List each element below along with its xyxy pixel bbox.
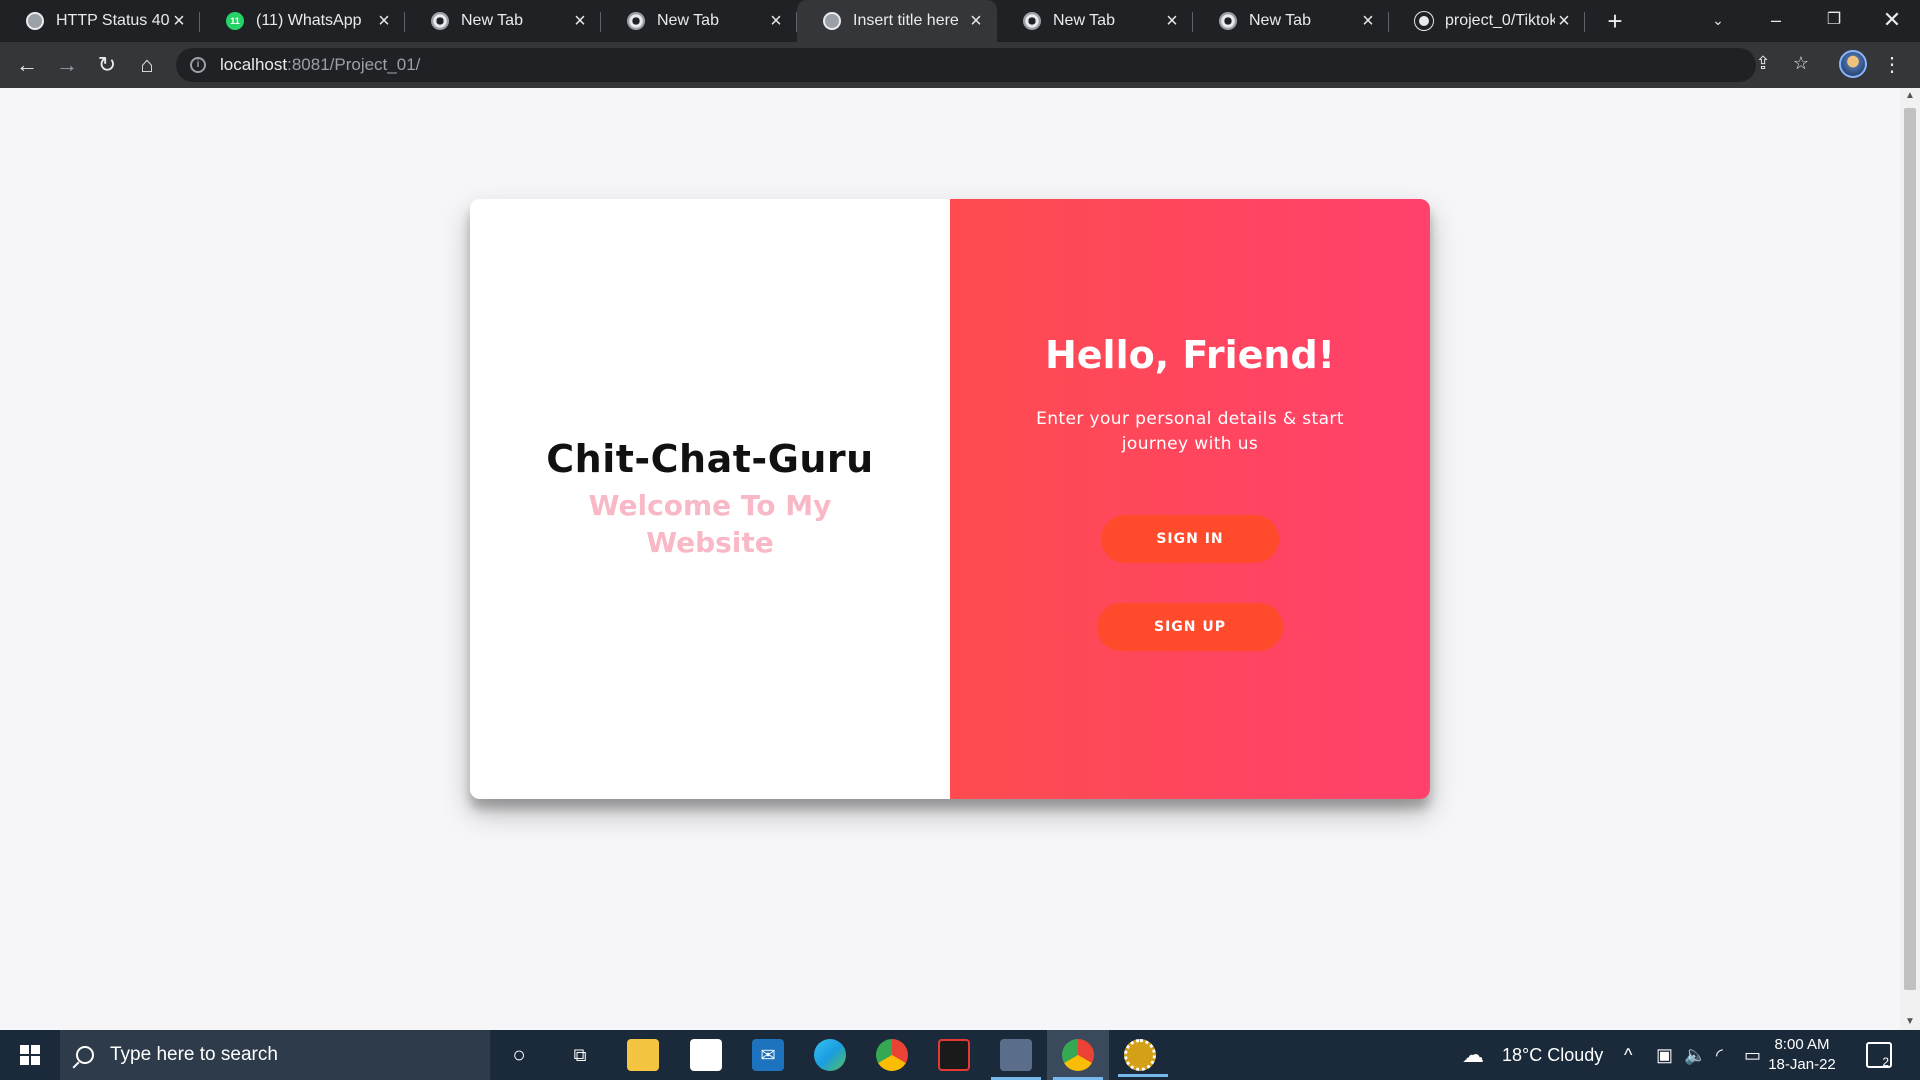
- bookmark-star-icon[interactable]: ☆: [1788, 50, 1814, 76]
- chrome-icon: [1219, 12, 1237, 30]
- cloud-weather-icon[interactable]: ☁: [1462, 1030, 1484, 1080]
- task-view-icon[interactable]: ⧉: [564, 1039, 596, 1071]
- whatsapp-icon: [226, 12, 244, 30]
- tab-new-tab[interactable]: New Tab ×: [997, 0, 1193, 42]
- tab-separator: [1584, 12, 1585, 32]
- weather-text[interactable]: 18°C Cloudy: [1502, 1030, 1603, 1080]
- url-host: localhost: [220, 55, 288, 74]
- close-tab-icon[interactable]: ×: [375, 11, 393, 31]
- close-tab-icon[interactable]: ×: [170, 11, 188, 31]
- close-tab-icon[interactable]: ×: [1359, 11, 1377, 31]
- vertical-scrollbar[interactable]: ▲ ▼: [1900, 88, 1920, 1030]
- scroll-thumb[interactable]: [1904, 108, 1916, 990]
- close-tab-icon[interactable]: ×: [571, 11, 589, 31]
- screen-recorder-icon[interactable]: [938, 1039, 970, 1071]
- tab-title: New Tab: [657, 12, 719, 29]
- microsoft-store-icon[interactable]: [690, 1039, 722, 1071]
- edge-icon[interactable]: [814, 1039, 846, 1071]
- tab-new-tab[interactable]: New Tab ×: [1193, 0, 1389, 42]
- tab-whatsapp[interactable]: (11) WhatsApp ×: [200, 0, 405, 42]
- github-icon: [1415, 12, 1433, 30]
- search-placeholder: Type here to search: [110, 1044, 278, 1065]
- tab-title: New Tab: [461, 12, 523, 29]
- close-window-button[interactable]: ✕: [1864, 0, 1920, 42]
- tab-github-project[interactable]: project_0/TiktokC ×: [1389, 0, 1585, 42]
- restore-button[interactable]: ❐: [1806, 0, 1862, 42]
- tray-chevron-up-icon[interactable]: ^: [1624, 1030, 1632, 1080]
- tab-title: Insert title here: [853, 12, 959, 29]
- clock-time: 8:00 AM: [1774, 1036, 1830, 1053]
- sign-in-button[interactable]: SIGN IN: [1101, 515, 1279, 563]
- address-bar[interactable]: i localhost:8081/Project_01/: [176, 48, 1756, 82]
- home-icon[interactable]: ⌂: [132, 50, 162, 80]
- url-path: :8081/Project_01/: [287, 55, 421, 74]
- brand-title: Chit-Chat-Guru: [546, 437, 874, 481]
- scroll-down-arrow-icon[interactable]: ▼: [1900, 1014, 1920, 1030]
- auth-card: Chit-Chat-Guru Welcome To My Website Hel…: [470, 199, 1430, 799]
- tab-new-tab[interactable]: New Tab ×: [405, 0, 601, 42]
- intro-text: Enter your personal details & start jour…: [1036, 409, 1344, 454]
- tab-strip: HTTP Status 404 – × (11) WhatsApp × New …: [0, 0, 1920, 42]
- tab-title: (11) WhatsApp: [256, 12, 362, 29]
- page-viewport: Chit-Chat-Guru Welcome To My Website Hel…: [0, 88, 1900, 1030]
- globe-icon: [823, 12, 841, 30]
- tab-http-status-404[interactable]: HTTP Status 404 – ×: [0, 0, 200, 42]
- battery-icon[interactable]: ▭: [1744, 1030, 1761, 1080]
- share-icon[interactable]: ⇪: [1750, 50, 1776, 76]
- clock-date: 18-Jan-22: [1768, 1056, 1836, 1073]
- settings-gear-app-icon[interactable]: [1118, 1039, 1168, 1077]
- overlay-panel: Hello, Friend! Enter your personal detai…: [950, 199, 1430, 799]
- close-tab-icon[interactable]: ×: [1555, 11, 1573, 31]
- tab-new-tab[interactable]: New Tab ×: [601, 0, 797, 42]
- chrome-icon: [431, 12, 449, 30]
- chrome-icon: [627, 12, 645, 30]
- welcome-panel: Chit-Chat-Guru Welcome To My Website: [470, 199, 950, 799]
- forward-arrow-icon[interactable]: →: [52, 50, 82, 80]
- close-tab-icon[interactable]: ×: [767, 11, 785, 31]
- meet-now-icon[interactable]: ▣: [1656, 1030, 1673, 1080]
- start-button[interactable]: [0, 1030, 60, 1080]
- wifi-icon[interactable]: ◜: [1716, 1030, 1723, 1080]
- menu-kebab-icon[interactable]: ⋮: [1880, 50, 1904, 80]
- profile-avatar[interactable]: [1839, 50, 1867, 78]
- notification-center-icon[interactable]: 2: [1866, 1042, 1892, 1069]
- cortana-icon[interactable]: ○: [503, 1039, 535, 1071]
- search-icon: [76, 1046, 94, 1064]
- file-explorer-icon[interactable]: [627, 1039, 659, 1071]
- close-tab-icon[interactable]: ×: [967, 11, 985, 31]
- tab-title: HTTP Status 404 –: [56, 12, 170, 29]
- sql-tool-icon[interactable]: [991, 1039, 1041, 1080]
- chrome-active-icon[interactable]: [1053, 1039, 1103, 1080]
- notification-count: 2: [1882, 1055, 1889, 1069]
- windows-taskbar: Type here to search ○ ⧉ ✉ ☁ 18°C Cloudy …: [0, 1030, 1920, 1080]
- chrome-app-icon[interactable]: [876, 1039, 908, 1071]
- brand-subtitle: Welcome To My Website: [588, 489, 832, 559]
- close-tab-icon[interactable]: ×: [1163, 11, 1181, 31]
- browser-toolbar: ← → ↻ ⌂ i localhost:8081/Project_01/ ⇪ ☆…: [0, 42, 1920, 88]
- tab-title: New Tab: [1053, 12, 1115, 29]
- back-arrow-icon[interactable]: ←: [12, 50, 42, 80]
- tab-title: project_0/TiktokC: [1445, 12, 1555, 29]
- site-info-icon[interactable]: i: [190, 57, 206, 73]
- system-clock[interactable]: 8:00 AM 18-Jan-22: [1762, 1035, 1842, 1075]
- hello-heading: Hello, Friend!: [1044, 333, 1336, 377]
- tab-search-chevron-icon[interactable]: ⌄: [1690, 0, 1746, 42]
- taskbar-search[interactable]: Type here to search: [60, 1030, 490, 1080]
- new-tab-button[interactable]: +: [1600, 6, 1630, 36]
- tab-insert-title-here[interactable]: Insert title here ×: [797, 0, 997, 42]
- scroll-up-arrow-icon[interactable]: ▲: [1900, 88, 1920, 104]
- globe-icon: [26, 12, 44, 30]
- sign-up-button[interactable]: SIGN UP: [1097, 603, 1283, 651]
- chrome-icon: [1023, 12, 1041, 30]
- windows-logo-icon: [20, 1045, 40, 1065]
- reload-icon[interactable]: ↻: [92, 50, 122, 80]
- minimize-button[interactable]: –: [1748, 0, 1804, 42]
- volume-icon[interactable]: 🔈: [1684, 1030, 1706, 1080]
- tab-title: New Tab: [1249, 12, 1311, 29]
- mail-icon[interactable]: ✉: [752, 1039, 784, 1071]
